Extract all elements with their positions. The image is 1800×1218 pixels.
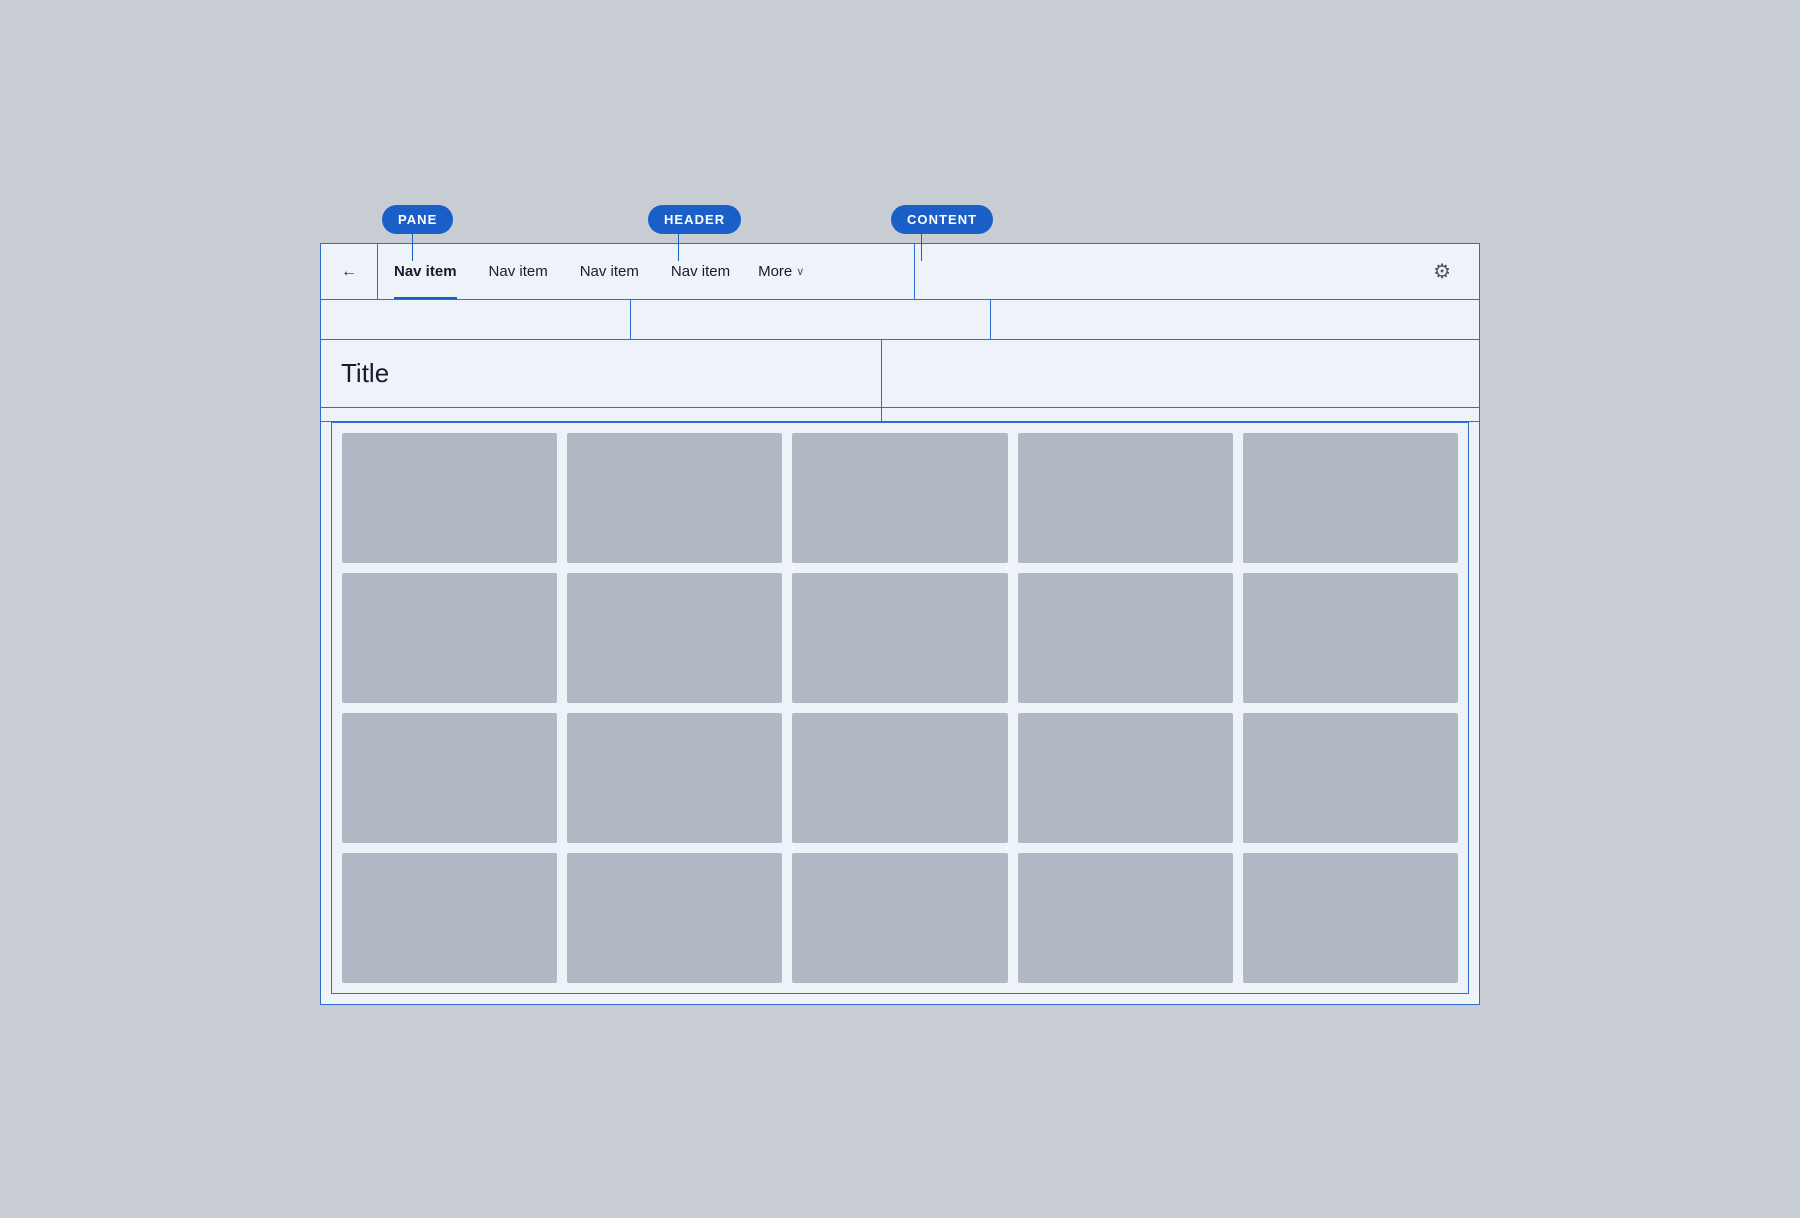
sub-header-row <box>321 300 1479 340</box>
nav-item-2[interactable]: Nav item <box>473 244 564 299</box>
grid-cell[interactable] <box>567 573 782 703</box>
more-label: More <box>758 263 792 280</box>
content-grid <box>331 422 1469 994</box>
grid-cell[interactable] <box>792 713 1007 843</box>
title-bar: Title <box>321 340 1479 408</box>
content-badge: CONTENT <box>891 205 993 234</box>
ui-container: ← Nav item Nav item Nav item Nav item Mo… <box>320 243 1480 1005</box>
sub-header-pane <box>321 300 631 339</box>
grid-cell[interactable] <box>567 433 782 563</box>
grid-cell[interactable] <box>1018 433 1233 563</box>
nav-content-section: ⚙ <box>915 244 1467 299</box>
grid-cell[interactable] <box>342 433 557 563</box>
pane-badge: PANE <box>382 205 453 234</box>
grid-cell[interactable] <box>1018 853 1233 983</box>
grid-cell[interactable] <box>342 853 557 983</box>
nav-more-button[interactable]: More ∨ <box>746 244 816 299</box>
title-divider <box>321 408 1479 422</box>
header-connector <box>678 233 679 261</box>
content-grid-wrapper <box>321 422 1479 994</box>
settings-icon[interactable]: ⚙ <box>1433 259 1451 284</box>
chevron-down-icon: ∨ <box>796 265 804 278</box>
grid-cell[interactable] <box>567 713 782 843</box>
header-badge: HEADER <box>648 205 741 234</box>
grid-cell[interactable] <box>1018 573 1233 703</box>
title-content-section <box>882 340 1479 407</box>
grid-cell[interactable] <box>1018 713 1233 843</box>
content-connector <box>921 233 922 261</box>
pane-connector <box>412 233 413 261</box>
nav-item-1[interactable]: Nav item <box>378 244 473 299</box>
grid-cell[interactable] <box>792 853 1007 983</box>
grid-cell[interactable] <box>792 433 1007 563</box>
title-section: Title <box>321 340 882 407</box>
title-divider-left <box>321 408 882 421</box>
grid-cell[interactable] <box>1243 713 1458 843</box>
sub-header-content <box>991 300 1479 339</box>
grid-cell[interactable] <box>1243 573 1458 703</box>
grid-cell[interactable] <box>792 573 1007 703</box>
nav-item-4[interactable]: Nav item <box>655 244 746 299</box>
grid-cell[interactable] <box>1243 433 1458 563</box>
nav-items-section: Nav item Nav item Nav item Nav item More… <box>378 244 915 299</box>
nav-item-3[interactable]: Nav item <box>564 244 655 299</box>
nav-bar: ← Nav item Nav item Nav item Nav item Mo… <box>321 244 1479 300</box>
title-divider-right <box>882 408 1479 421</box>
grid-cell[interactable] <box>342 573 557 703</box>
nav-pane-section: ← <box>333 244 378 299</box>
grid-cell[interactable] <box>567 853 782 983</box>
grid-cell[interactable] <box>1243 853 1458 983</box>
back-button[interactable]: ← <box>333 256 365 288</box>
sub-header-nav <box>631 300 991 339</box>
grid-cell[interactable] <box>342 713 557 843</box>
page-title: Title <box>341 358 861 389</box>
